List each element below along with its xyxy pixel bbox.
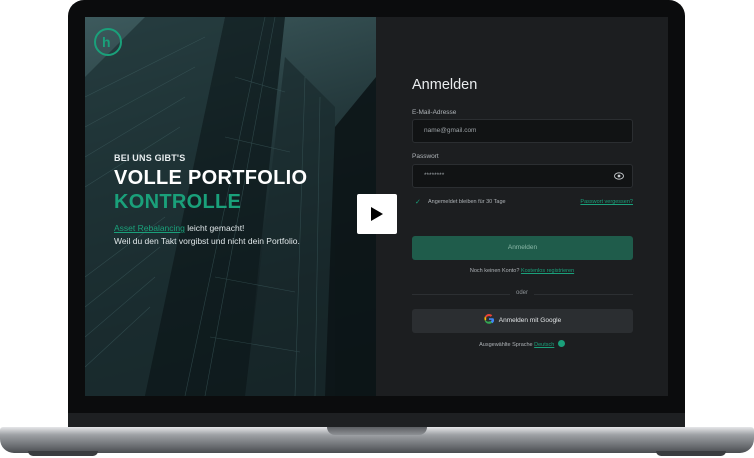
google-button-label: Anmelden mit Google	[498, 317, 562, 324]
remember-label: Angemeldet bleiben für 30 Tage	[428, 199, 506, 205]
laptop-mockup: h BEI UNS GIBT'S VOLLE PORTFOLIO KONTROL…	[0, 0, 754, 458]
play-icon	[371, 207, 383, 221]
screen-bottom-bezel	[68, 396, 685, 413]
laptop-foot-right	[656, 451, 726, 456]
logo-icon[interactable]: h	[94, 28, 122, 56]
language-text: Ausgewählte Sprache	[479, 342, 533, 348]
password-value: ********	[424, 172, 445, 179]
eye-icon[interactable]	[614, 172, 624, 180]
email-field[interactable]: name@gmail.com	[412, 119, 633, 143]
divider-label-row: oder	[376, 290, 668, 296]
login-title: Anmelden	[412, 77, 478, 93]
email-label: E-Mail-Adresse	[412, 109, 457, 116]
email-placeholder: name@gmail.com	[424, 127, 477, 134]
google-login-button[interactable]: Anmelden mit Google	[412, 309, 633, 333]
forgot-password-link[interactable]: Passwort vergessen?	[580, 199, 633, 205]
play-button[interactable]	[357, 194, 397, 234]
google-icon	[484, 314, 494, 325]
password-field[interactable]: ********	[412, 164, 633, 188]
laptop-notch	[327, 427, 427, 435]
laptop-hinge	[68, 413, 685, 428]
globe-icon[interactable]	[557, 340, 565, 348]
password-label: Passwort	[412, 153, 439, 160]
hero-headline-line1: VOLLE PORTFOLIO	[114, 167, 308, 189]
language-link[interactable]: Deutsch	[534, 342, 554, 348]
register-link[interactable]: Kostenlos registrieren	[521, 268, 574, 274]
hero-headline-line2: KONTROLLE	[114, 191, 242, 213]
hero-kicker: BEI UNS GIBT'S	[114, 153, 186, 163]
language-row: Ausgewählte Sprache Deutsch	[376, 340, 668, 348]
hero-subtext: Asset Rebalancing leicht gemacht! Weil d…	[114, 222, 364, 248]
hero-panel: h BEI UNS GIBT'S VOLLE PORTFOLIO KONTROL…	[85, 17, 376, 396]
login-button[interactable]: Anmelden	[412, 236, 633, 260]
no-account-text: Noch keinen Konto?	[469, 268, 520, 274]
remember-checkbox[interactable]: ✓	[415, 198, 421, 206]
divider-label: oder	[509, 290, 534, 296]
hero-subtext-line2: Weil du den Takt vorgibst und nicht dein…	[114, 236, 300, 246]
laptop-foot-left	[28, 451, 98, 456]
no-account-row: Noch keinen Konto? Kostenlos registriere…	[376, 268, 668, 274]
login-panel: Anmelden E-Mail-Adresse name@gmail.com P…	[376, 17, 668, 396]
asset-rebalancing-link[interactable]: Asset Rebalancing	[114, 223, 185, 233]
hero-subtext-rest: leicht gemacht!	[184, 223, 245, 233]
